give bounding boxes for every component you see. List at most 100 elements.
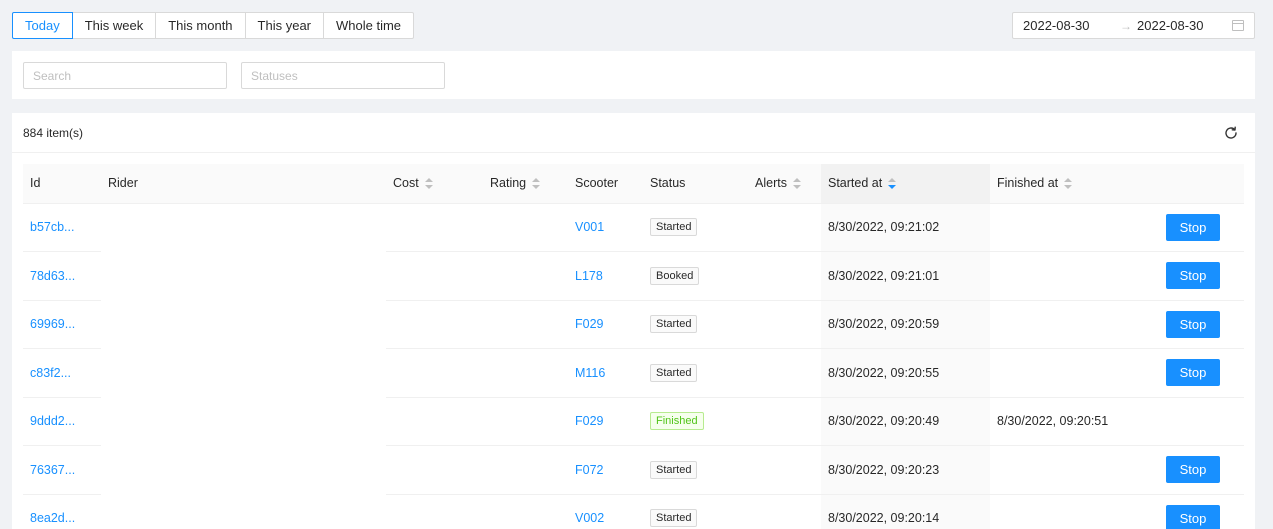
status-badge: Finished [650,412,704,431]
scooter-cell: M116 [568,348,643,398]
column-header-started-at[interactable]: Started at [821,164,990,204]
scooter-link[interactable]: M116 [575,366,605,380]
range-this-week-button[interactable]: This week [71,12,157,39]
table-toolbar: 884 item(s) [12,113,1255,153]
reload-icon[interactable] [1224,126,1238,140]
ride-id-link[interactable]: 78d63... [30,269,75,283]
rating-cell [483,203,568,252]
rating-cell [483,251,568,301]
column-header-id: Id [23,164,101,204]
scooter-cell: V001 [568,203,643,252]
status-badge: Booked [650,266,700,285]
sort-icon[interactable] [532,178,541,190]
table-row: 69969... F029 Started 8/30/2022, 09:20:59 St… [23,300,1244,349]
column-header-finished-at[interactable]: Finished at [990,164,1244,204]
finished-at-cell: Stop [990,251,1244,301]
status-cell: Started [643,300,748,349]
rider-cell [101,203,386,252]
started-at-cell: 8/30/2022, 09:20:55 [821,348,990,398]
status-badge: Started [650,509,698,528]
row-id-cell: 9ddd2... [23,397,101,446]
date-range-picker[interactable]: 2022-08-30 → 2022-08-30 [1012,12,1255,39]
scooter-cell: V002 [568,494,643,529]
row-id-cell: b57cb... [23,203,101,252]
rating-cell [483,348,568,398]
status-cell: Started [643,494,748,529]
range-today-button[interactable]: Today [12,12,73,39]
column-header-scooter: Scooter [568,164,643,204]
start-date[interactable]: 2022-08-30 [1023,18,1115,33]
search-input[interactable] [23,62,227,89]
started-at-cell: 8/30/2022, 09:20:59 [821,300,990,349]
sort-icon[interactable] [1064,178,1073,190]
row-id-cell: 78d63... [23,251,101,301]
scooter-cell: F072 [568,445,643,495]
sort-icon[interactable] [424,178,433,190]
sort-icon[interactable] [792,178,801,190]
ride-id-link[interactable]: b57cb... [30,220,74,234]
range-this-year-button[interactable]: This year [244,12,325,39]
ride-id-link[interactable]: c83f2... [30,366,71,380]
cost-cell [386,348,483,398]
cost-cell [386,397,483,446]
alerts-cell [748,348,821,398]
stop-button[interactable]: Stop [1166,213,1220,241]
table-row: 78d63... L178 Booked 8/30/2022, 09:21:01 Sto… [23,251,1244,301]
finished-at-value: 8/30/2022, 09:20:51 [997,414,1109,429]
range-this-month-button[interactable]: This month [155,12,246,39]
stop-button[interactable]: Stop [1166,504,1220,529]
ride-id-link[interactable]: 69969... [30,317,75,331]
cost-cell [386,251,483,301]
column-header-status: Status [643,164,748,204]
rider-cell [101,252,386,301]
sort-desc-icon[interactable] [888,178,897,190]
column-header-alerts[interactable]: Alerts [748,164,821,204]
ride-id-link[interactable]: 9ddd2... [30,414,75,428]
rider-cell [101,397,386,446]
scooter-link[interactable]: V002 [575,511,604,525]
finished-at-cell: Stop [990,348,1244,398]
column-header-cost[interactable]: Cost [386,164,483,204]
status-badge: Started [650,363,698,382]
scooter-link[interactable]: V001 [575,220,604,234]
status-cell: Started [643,348,748,398]
ride-id-link[interactable]: 8ea2d... [30,511,75,525]
rating-cell [483,300,568,349]
rides-table: Id Rider Cost Rating Scooter Status Aler… [23,164,1244,529]
cost-cell [386,203,483,252]
stop-button[interactable]: Stop [1166,359,1220,387]
status-cell: Started [643,203,748,252]
calendar-icon [1232,20,1244,31]
row-id-cell: 8ea2d... [23,494,101,529]
column-header-rider: Rider [101,164,386,204]
scooter-link[interactable]: L178 [575,269,603,283]
alerts-cell [748,445,821,495]
stop-button[interactable]: Stop [1166,262,1220,290]
statuses-select[interactable] [241,62,445,89]
scooter-link[interactable]: F029 [575,414,604,428]
started-at-cell: 8/30/2022, 09:21:01 [821,251,990,301]
table-row: c83f2... M116 Started 8/30/2022, 09:20:55 St… [23,348,1244,398]
status-badge: Started [650,218,698,237]
scooter-cell: F029 [568,397,643,446]
table-row: 8ea2d... V002 Started 8/30/2022, 09:20:14 St… [23,494,1244,529]
rider-cell [101,349,386,398]
stop-button[interactable]: Stop [1166,310,1220,338]
ride-id-link[interactable]: 76367... [30,463,75,477]
scooter-link[interactable]: F029 [575,317,604,331]
scooter-link[interactable]: F072 [575,463,604,477]
range-whole-time-button[interactable]: Whole time [323,12,415,39]
end-date[interactable]: 2022-08-30 [1137,18,1229,33]
rating-cell [483,494,568,529]
rides-table-card: 884 item(s) Id Rider Cost Rating Scooter… [12,113,1255,529]
finished-at-cell: Stop [990,203,1244,252]
table-row: 76367... F072 Started 8/30/2022, 09:20:23 St… [23,445,1244,495]
stop-button[interactable]: Stop [1166,456,1220,484]
finished-at-cell: Stop [990,300,1244,349]
alerts-cell [748,251,821,301]
finished-at-cell: Stop [990,494,1244,529]
table-row: 9ddd2... F029 Finished 8/30/2022, 09:20:49 8… [23,397,1244,446]
column-header-rating[interactable]: Rating [483,164,568,204]
alerts-cell [748,300,821,349]
rider-cell [101,300,386,349]
